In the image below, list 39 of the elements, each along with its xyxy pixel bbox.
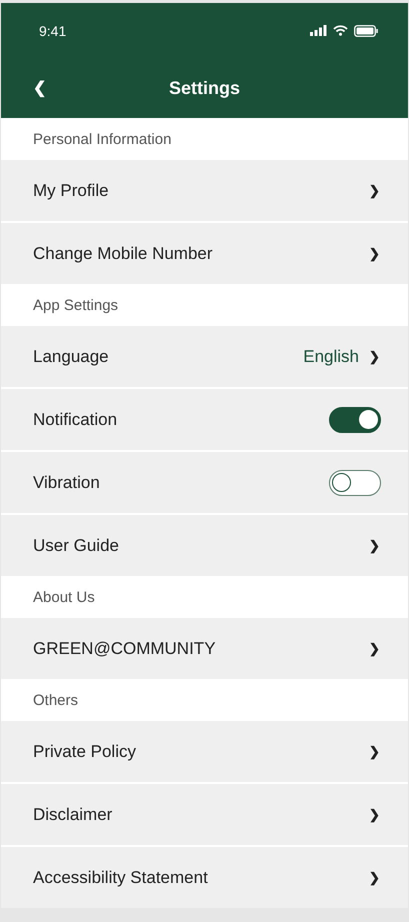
signal-icon — [310, 25, 327, 36]
chevron: ❯ — [369, 538, 380, 553]
battery-icon — [354, 24, 378, 36]
chevron: ❯ — [369, 641, 380, 656]
settings-row[interactable]: Change Mobile Number ❯ — [1, 223, 408, 284]
section-header: About Us — [1, 576, 408, 618]
settings-row[interactable]: My Profile ❯ — [1, 160, 408, 223]
status-time: 9:41 — [39, 22, 66, 38]
settings-row[interactable]: Disclaimer ❯ — [1, 784, 408, 847]
row-label: Vibration — [33, 472, 101, 492]
row-label: Notification — [33, 410, 118, 430]
chevron: ❯ — [369, 807, 380, 822]
settings-row[interactable]: Private Policy ❯ — [1, 721, 408, 784]
row-label: GREEN@COMMUNITY — [33, 638, 217, 658]
section-header: App Settings — [1, 284, 408, 326]
settings-row[interactable]: Language English ❯ — [1, 326, 408, 389]
back-button[interactable]: ❮ — [27, 74, 52, 102]
section-header: Personal Information — [1, 118, 408, 160]
row-value: English — [303, 346, 359, 366]
chevron: ❯ — [369, 246, 380, 261]
settings-row[interactable]: Accessibility Statement ❯ — [1, 847, 408, 908]
row-label: User Guide — [33, 536, 120, 556]
toggle-switch[interactable] — [329, 406, 381, 432]
page-title: Settings — [168, 78, 240, 98]
chevron: ❯ — [369, 870, 380, 885]
toggle-switch[interactable] — [329, 470, 381, 496]
settings-row[interactable]: User Guide ❯ — [1, 515, 408, 576]
chevron: ❯ — [369, 183, 380, 198]
row-label: Disclaimer — [33, 804, 114, 824]
row-label: My Profile — [33, 180, 110, 200]
wifi-icon — [333, 25, 348, 36]
row-label: Language — [33, 346, 110, 366]
section-header: Others — [1, 679, 408, 721]
chevron: ❯ — [369, 349, 380, 364]
row-label: Change Mobile Number — [33, 244, 214, 264]
row-label: Accessibility Statement — [33, 868, 209, 888]
settings-row[interactable]: GREEN@COMMUNITY ❯ — [1, 618, 408, 679]
chevron: ❯ — [369, 744, 380, 759]
row-label: Private Policy — [33, 742, 137, 762]
